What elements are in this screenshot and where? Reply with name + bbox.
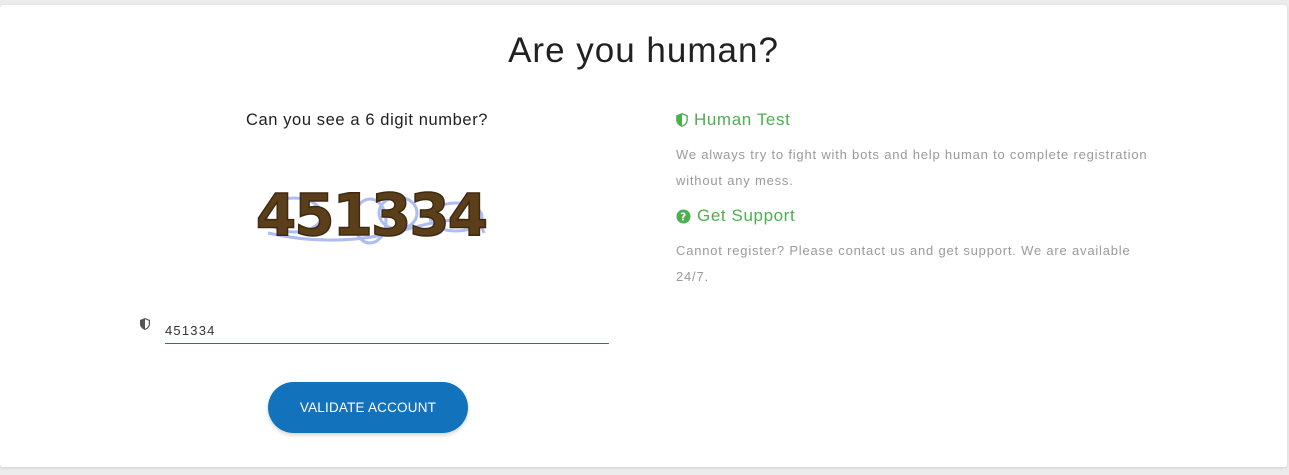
captcha-panel: Can you see a 6 digit number? 451334 VAL…	[130, 5, 610, 467]
captcha-answer-input[interactable]	[165, 318, 609, 344]
human-test-title: Human Test	[694, 110, 791, 129]
human-test-heading: Human Test	[676, 110, 790, 130]
info-panel: Human Test We always try to fight with b…	[676, 5, 1166, 467]
shield-icon	[676, 113, 688, 127]
question-circle-icon: ?	[676, 208, 691, 224]
captcha-image: 451334	[255, 180, 489, 250]
human-test-text: We always try to fight with bots and hel…	[676, 147, 1148, 188]
validate-account-button[interactable]: VALIDATE ACCOUNT	[268, 382, 468, 433]
svg-text:?: ?	[680, 211, 687, 223]
captcha-digits: 451334	[256, 181, 486, 249]
captcha-question: Can you see a 6 digit number?	[245, 111, 489, 129]
shield-icon	[140, 318, 150, 330]
get-support-heading: ? Get Support	[676, 206, 795, 226]
get-support-text: Cannot register? Please contact us and g…	[676, 243, 1131, 284]
get-support-title: Get Support	[697, 206, 796, 225]
verification-card: Are you human? Can you see a 6 digit num…	[0, 5, 1287, 467]
